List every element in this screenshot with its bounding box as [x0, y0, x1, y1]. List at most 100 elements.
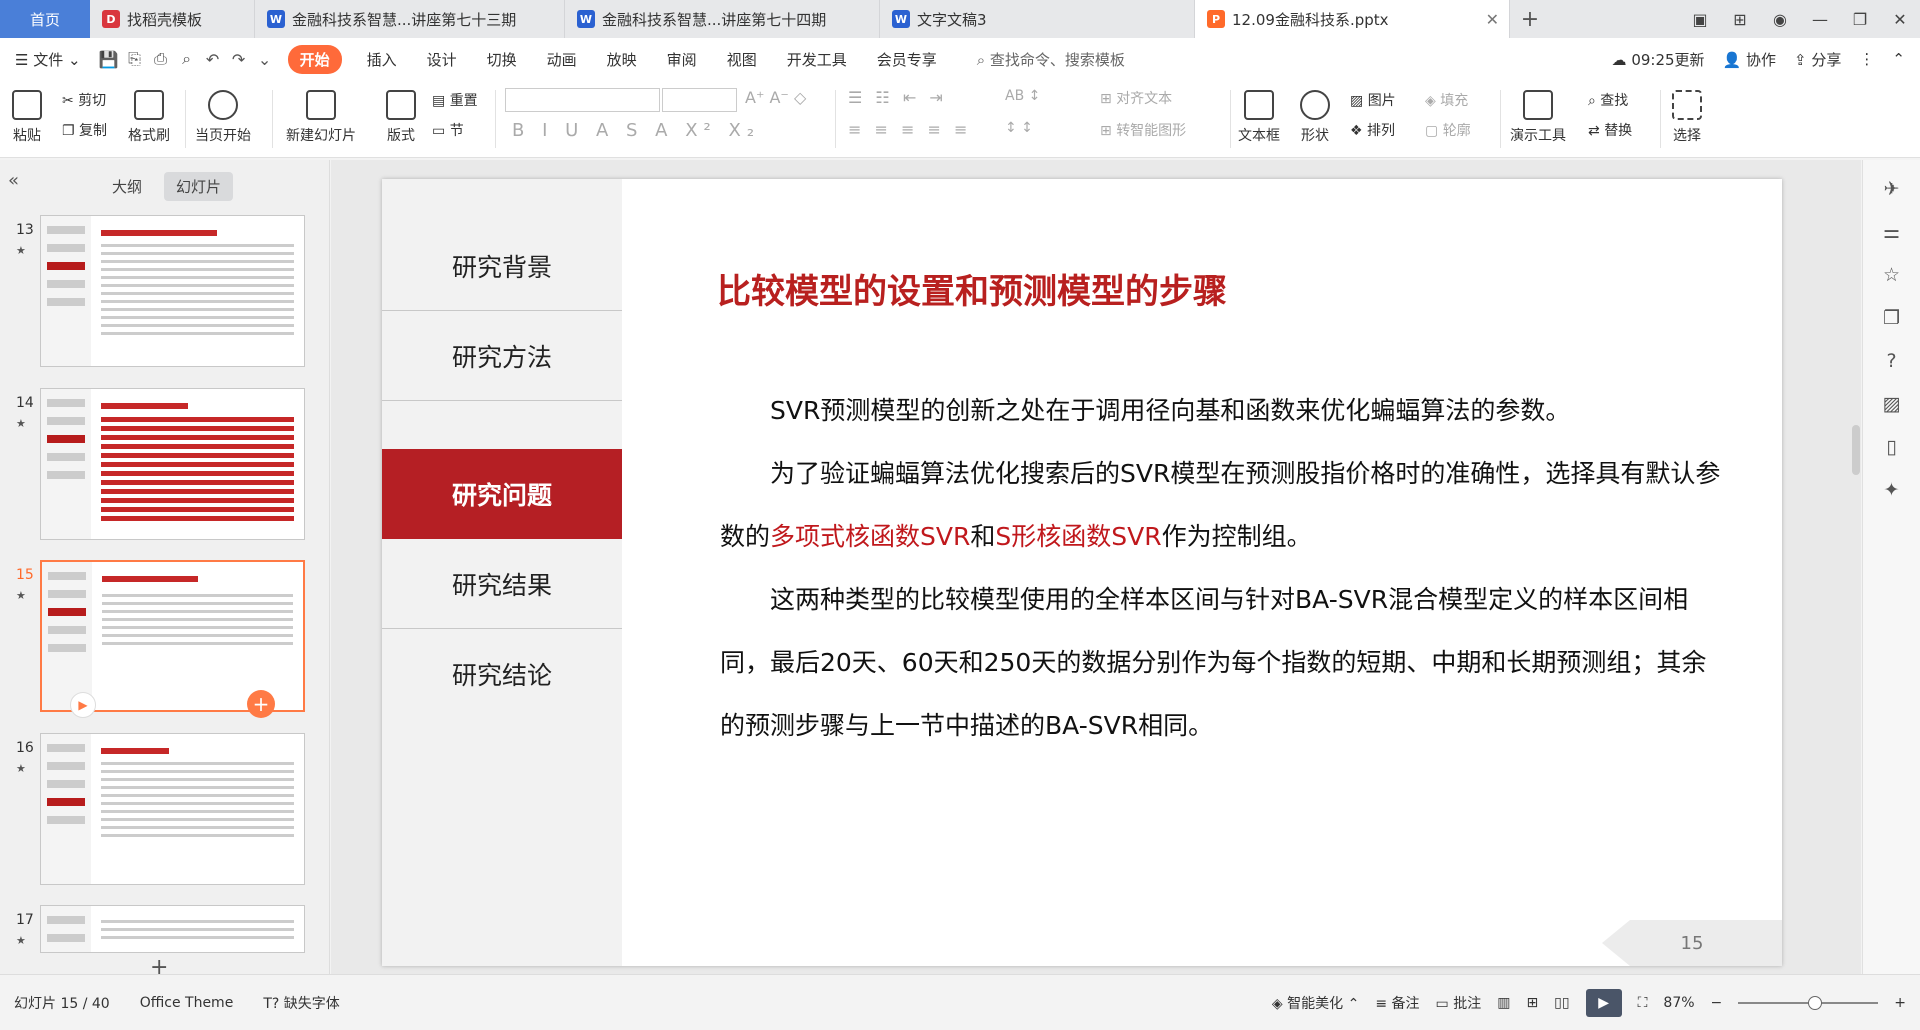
sync-status[interactable]: ☁ 09:25更新 [1612, 49, 1705, 70]
picture-button[interactable]: ▨ 图片 [1350, 90, 1396, 110]
beautify-button[interactable]: ◈ 智能美化 ⌃ [1272, 993, 1359, 1013]
tab-slides[interactable]: 幻灯片 [164, 172, 234, 201]
smartart-button[interactable]: ⊞ 转智能图形 [1100, 120, 1186, 140]
zoom-in-icon[interactable]: + [1894, 995, 1906, 1011]
layout-button[interactable]: 版式 [386, 90, 416, 145]
zoom-handle[interactable] [1808, 995, 1823, 1010]
menu-slideshow[interactable]: 放映 [592, 49, 652, 70]
collapse-pane-icon[interactable]: « [8, 170, 19, 191]
text-format-buttons[interactable]: B I U A S A X² X₂ [512, 120, 760, 141]
fit-icon[interactable]: ⛶ [1638, 995, 1648, 1011]
sorter-view-icon[interactable]: ⊞ [1526, 995, 1538, 1011]
menu-review[interactable]: 审阅 [652, 49, 712, 70]
scroll-thumb[interactable] [1852, 425, 1860, 475]
sliders-icon[interactable]: ⚌ [1863, 221, 1920, 246]
text-direction-button[interactable]: AB ↕ [1005, 88, 1040, 104]
section-button[interactable]: ▭ 节 [432, 120, 464, 140]
comment-button[interactable]: ▭ 批注 [1436, 993, 1482, 1013]
slide-thumbnail[interactable] [40, 215, 305, 367]
replace-button[interactable]: ⇄ 替换 [1588, 120, 1632, 140]
fill-button[interactable]: ◈ 填充 [1425, 90, 1468, 110]
tab-doc-73[interactable]: W 金融科技系智慧...讲座第七十三期 [255, 0, 565, 38]
missing-font-button[interactable]: T? 缺失字体 [263, 993, 339, 1013]
preview-icon[interactable]: ⌕ [174, 49, 200, 69]
slide-thumbnail[interactable] [40, 388, 305, 540]
copy-button[interactable]: ❐ 复制 [62, 120, 107, 140]
more-icon[interactable]: ⌄ [252, 50, 278, 69]
tab-home[interactable]: 首页 [0, 0, 90, 38]
export-icon[interactable]: ⎘ [122, 49, 148, 69]
close-window-icon[interactable]: ✕ [1880, 10, 1920, 29]
image-icon[interactable]: ▨ [1863, 393, 1920, 418]
menu-developer[interactable]: 开发工具 [772, 49, 862, 70]
avatar[interactable]: ◉ [1760, 10, 1800, 29]
zoom-level[interactable]: 87% [1663, 995, 1694, 1011]
menu-insert[interactable]: 插入 [352, 49, 412, 70]
line-spacing-button[interactable]: ↕ ↕ [1005, 120, 1033, 136]
arrange-button[interactable]: ❖ 排列 [1350, 120, 1395, 140]
more-menu-icon[interactable]: ⋮ [1859, 50, 1874, 68]
print-icon[interactable]: ⎙ [148, 49, 174, 69]
paste-button[interactable]: 粘贴 [12, 90, 42, 145]
find-button[interactable]: ⌕ 查找 [1588, 90, 1628, 110]
share-button[interactable]: ⇪ 分享 [1794, 49, 1841, 70]
menu-member[interactable]: 会员专享 [862, 49, 952, 70]
font-size-select[interactable] [662, 88, 737, 112]
collapse-ribbon-icon[interactable]: ⌃ [1892, 50, 1905, 68]
vertical-scrollbar[interactable] [1850, 160, 1862, 974]
grid-icon[interactable]: ⊞ [1720, 10, 1760, 29]
collab-button[interactable]: 👤 协作 [1723, 49, 1776, 70]
reading-view-icon[interactable]: ▯▯ [1554, 995, 1569, 1011]
present-tools-button[interactable]: 演示工具 [1510, 90, 1566, 145]
slide-thumbnail-current[interactable]: ▶ + [40, 560, 305, 718]
new-slide-button[interactable]: 新建幻灯片 [286, 90, 356, 145]
list-buttons[interactable]: ☰ ☷ ⇤ ⇥ [848, 88, 947, 107]
slide-thumbnail[interactable] [40, 733, 305, 885]
font-family-select[interactable] [505, 88, 660, 112]
rocket-icon[interactable]: ✈ [1863, 178, 1920, 203]
star-icon[interactable]: ☆ [1863, 264, 1920, 289]
zoom-slider[interactable] [1738, 995, 1879, 1010]
add-slide-icon[interactable]: + [247, 690, 275, 718]
textbox-button[interactable]: 文本框 [1238, 90, 1280, 145]
tab-doc-74[interactable]: W 金融科技系智慧...讲座第七十四期 [565, 0, 880, 38]
menu-file[interactable]: ☰ 文件 ⌄ [0, 49, 96, 70]
slideshow-play-icon[interactable]: ▶ [1585, 988, 1622, 1017]
menu-design[interactable]: 设计 [412, 49, 472, 70]
format-painter-button[interactable]: 格式刷 [128, 90, 170, 145]
layout-icon[interactable]: ▣ [1680, 10, 1720, 29]
tab-docer[interactable]: D 找稻壳模板 [90, 0, 255, 38]
tab-pptx[interactable]: P 12.09金融科技系.pptx ✕ [1195, 0, 1510, 38]
undo-icon[interactable]: ↶ [200, 50, 226, 69]
slide[interactable]: 研究背景 研究方法 研究问题 研究结果 研究结论 比较模型的设置和预测模型的步骤… [382, 179, 1782, 966]
outline-button[interactable]: ▢ 轮廓 [1425, 120, 1471, 140]
select-button[interactable]: 选择 [1672, 90, 1702, 145]
book-icon[interactable]: ▯ [1863, 436, 1920, 461]
menu-view[interactable]: 视图 [712, 49, 772, 70]
notes-button[interactable]: ≡ 备注 [1375, 993, 1419, 1013]
copy-icon[interactable]: ❐ [1863, 307, 1920, 332]
menu-animation[interactable]: 动画 [532, 49, 592, 70]
compass-icon[interactable]: ✦ [1863, 479, 1920, 504]
align-buttons[interactable]: ≡ ≡ ≡ ≡ ≡ [848, 120, 971, 139]
close-icon[interactable]: ✕ [1486, 10, 1499, 29]
normal-view-icon[interactable]: ▥ [1497, 995, 1510, 1011]
tab-outline[interactable]: 大纲 [100, 172, 154, 201]
zoom-out-icon[interactable]: − [1711, 995, 1723, 1011]
menu-start[interactable]: 开始 [287, 44, 342, 74]
align-text-button[interactable]: ⊞ 对齐文本 [1100, 88, 1172, 108]
new-tab-button[interactable]: + [1510, 0, 1550, 38]
command-search[interactable]: ⌕ 查找命令、搜索模板 [962, 49, 1140, 70]
reset-button[interactable]: ▤ 重置 [432, 90, 478, 110]
save-icon[interactable]: 💾 [96, 50, 122, 69]
restore-icon[interactable]: ❐ [1840, 10, 1880, 29]
tab-doc-3[interactable]: W 文字文稿3 [880, 0, 1195, 38]
redo-icon[interactable]: ↷ [226, 50, 252, 69]
play-slide-icon[interactable]: ▶ [70, 692, 96, 718]
shape-button[interactable]: 形状 [1300, 90, 1330, 145]
play-from-current-button[interactable]: 当页开始 [195, 90, 251, 145]
slide-thumbnail[interactable] [40, 905, 305, 953]
cut-button[interactable]: ✂ 剪切 [62, 90, 106, 110]
font-size-controls[interactable]: A⁺ A⁻ ◇ [745, 88, 806, 107]
help-icon[interactable]: ? [1863, 350, 1920, 375]
